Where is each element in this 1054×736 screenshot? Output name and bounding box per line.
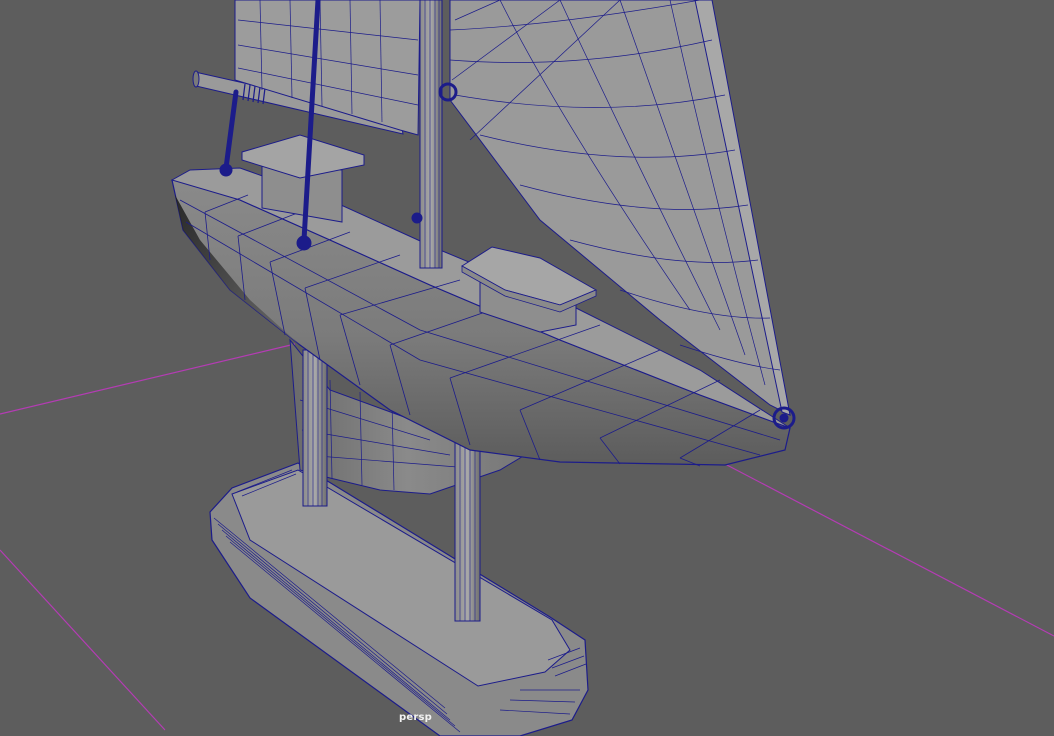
perspective-viewport[interactable]: persp [0,0,1054,736]
scene-canvas[interactable] [0,0,1054,736]
mast[interactable] [419,0,443,269]
support-post-front[interactable] [454,434,481,622]
camera-name-label: persp [399,712,432,723]
base-stand[interactable] [209,462,589,736]
support-post-back[interactable] [302,349,328,507]
